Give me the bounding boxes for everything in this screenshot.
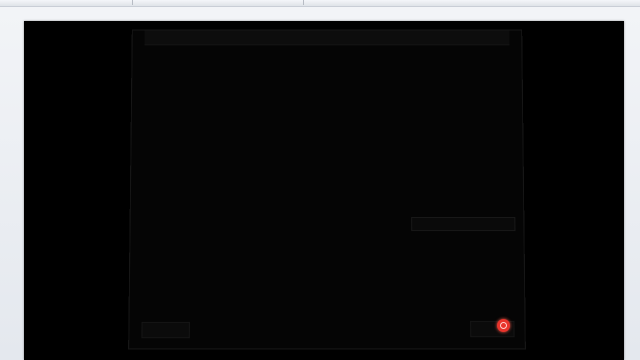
toolbar-field-2[interactable] [200,0,300,4]
dialog-title-bar [144,30,510,46]
toolbar-separator [132,0,133,5]
toolbar-field-3[interactable] [500,0,560,4]
toolbar-field-1[interactable] [8,0,128,4]
logo-icon [432,50,452,70]
dialog-input[interactable] [411,217,516,232]
top-toolbar [0,0,640,7]
record-icon[interactable] [497,319,510,332]
dialog-left-button[interactable] [141,321,190,339]
dimmed-dialog [128,29,526,350]
toolbar-separator [303,0,304,5]
